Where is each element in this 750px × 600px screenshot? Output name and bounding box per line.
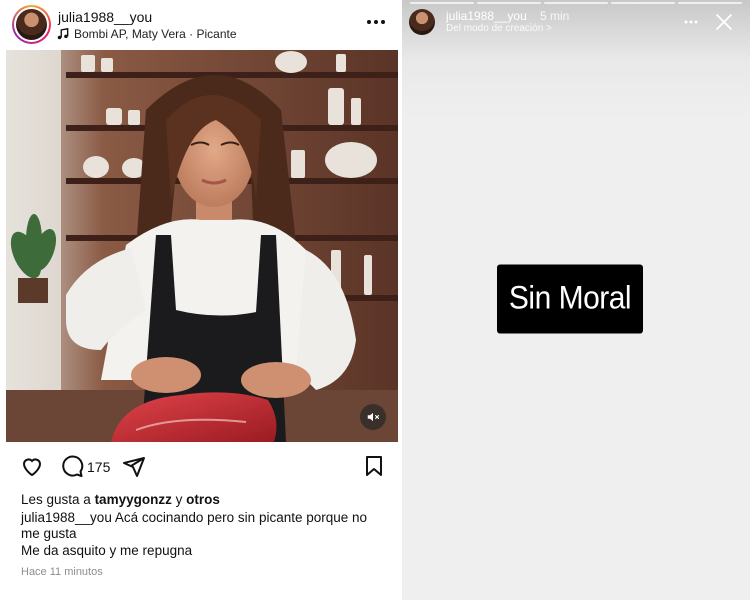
likes-mid: y xyxy=(171,492,187,507)
speaker-muted-icon xyxy=(367,412,380,422)
story-time: 5 min xyxy=(540,9,570,23)
story-progress-segment xyxy=(678,2,742,4)
post-video[interactable] xyxy=(6,50,398,442)
heart-icon[interactable] xyxy=(20,454,44,478)
post-audio-link[interactable]: Bombi AP, Maty Vera · Picante xyxy=(56,27,237,41)
bookmark-icon[interactable] xyxy=(362,454,386,478)
more-horizontal-icon[interactable] xyxy=(680,12,702,32)
story-panel[interactable]: julia1988__you 5 min Del modo de creació… xyxy=(402,0,750,600)
post-actions: 175 xyxy=(20,454,386,480)
story-subtitle-link[interactable]: Del modo de creación > xyxy=(446,23,552,34)
send-icon[interactable] xyxy=(122,455,146,479)
caption-line-2: Me da asquito y me repugna xyxy=(21,543,193,558)
post-header: julia1988__you Bombi AP, Maty Vera · Pic… xyxy=(0,0,402,50)
post-avatar[interactable] xyxy=(12,5,51,44)
mute-button[interactable] xyxy=(360,404,386,430)
story-progress-segment xyxy=(477,2,541,4)
post-timestamp: Hace 11 minutos xyxy=(21,566,103,578)
comment-icon[interactable] xyxy=(60,454,84,478)
story-username[interactable]: julia1988__you xyxy=(446,9,527,23)
post-panel: julia1988__you Bombi AP, Maty Vera · Pic… xyxy=(0,0,402,600)
story-progress xyxy=(410,2,742,4)
music-note-icon xyxy=(57,27,69,40)
post-username[interactable]: julia1988__you xyxy=(58,9,152,25)
post-audio-label: Bombi AP, Maty Vera · Picante xyxy=(74,27,237,41)
post-caption: julia1988__you Acá cocinando pero sin pi… xyxy=(21,510,381,542)
likes-prefix: Les gusta a xyxy=(21,492,95,507)
caption-username[interactable]: julia1988__you xyxy=(21,510,112,525)
comment-count: 175 xyxy=(87,459,111,475)
likes-user[interactable]: tamyygonzz xyxy=(95,492,172,507)
story-progress-segment xyxy=(611,2,675,4)
post-video-frame xyxy=(6,50,398,442)
story-progress-segment xyxy=(544,2,608,4)
story-text-sticker: Sin Moral xyxy=(497,264,643,334)
story-progress-segment xyxy=(410,2,474,4)
likes-summary[interactable]: Les gusta a tamyygonzz y otros xyxy=(21,492,220,507)
story-avatar[interactable] xyxy=(409,9,435,35)
more-horizontal-icon[interactable] xyxy=(364,10,388,34)
close-icon[interactable] xyxy=(714,12,734,32)
likes-others[interactable]: otros xyxy=(186,492,220,507)
